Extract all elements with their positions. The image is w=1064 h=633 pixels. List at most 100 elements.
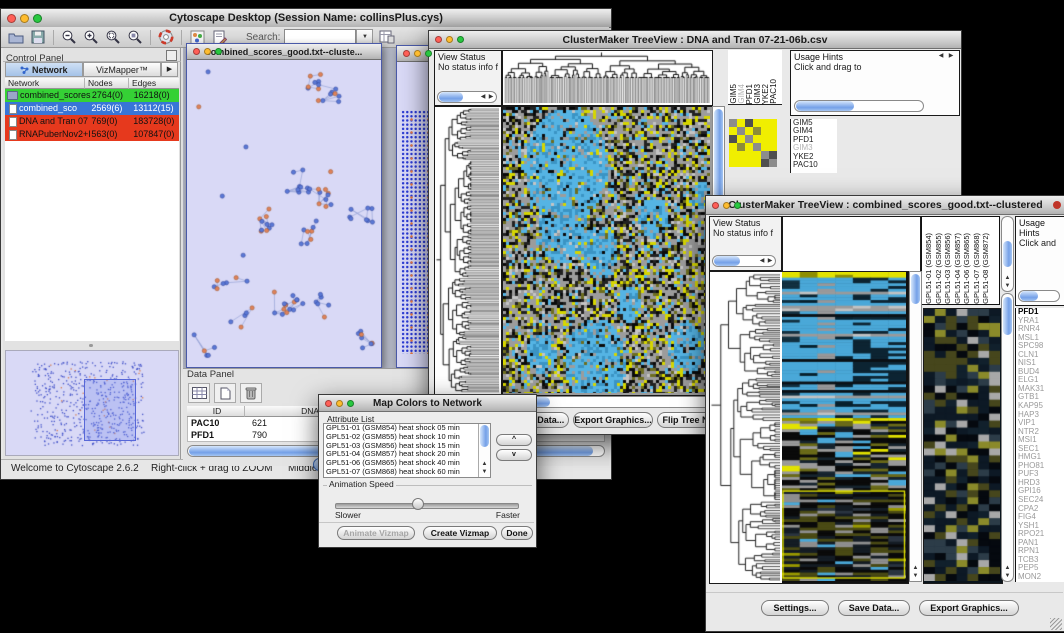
delete-attribute-button[interactable]	[240, 383, 262, 403]
close-icon[interactable]	[7, 14, 16, 23]
zoom-window-icon[interactable]	[425, 50, 432, 57]
move-down-button[interactable]: v	[496, 449, 532, 461]
scroll-left-icon[interactable]: ◀	[937, 51, 945, 63]
select-attributes-button[interactable]	[188, 383, 210, 403]
zoom-matrix-cell	[729, 127, 737, 135]
treeview2-titlebar[interactable]: ClusterMaker TreeView : combined_scores_…	[706, 196, 1064, 215]
zoom-matrix-cell	[753, 119, 761, 127]
tv1-view-status-scrollbar[interactable]: ◀ ▶	[437, 91, 497, 103]
tv2-zoom-heatmap[interactable]	[923, 308, 1003, 584]
tv2-export-graphics-button[interactable]: Export Graphics...	[919, 600, 1019, 616]
scroll-down-icon[interactable]: ▼	[910, 573, 921, 580]
tv2-labels-vscrollbar[interactable]: ▲ ▼	[1001, 216, 1014, 292]
create-vizmap-button[interactable]: Create Vizmap	[423, 526, 497, 540]
save-session-button[interactable]	[28, 28, 48, 46]
scroll-left-icon[interactable]: ◀	[479, 92, 487, 102]
zoom-fit-button[interactable]	[103, 28, 123, 46]
treeview1-titlebar[interactable]: ClusterMaker TreeView : DNA and Tran 07-…	[429, 31, 961, 49]
minimize-icon[interactable]	[414, 50, 421, 57]
zoom-in-button[interactable]	[81, 28, 101, 46]
col-header-network[interactable]: Network	[5, 78, 85, 89]
tv2-heatmap-vscrollbar[interactable]: ▲ ▼	[909, 271, 922, 582]
scroll-up-icon[interactable]: ▲	[1002, 565, 1013, 572]
close-button[interactable]	[1053, 201, 1061, 209]
scroll-down-icon[interactable]: ▼	[479, 469, 490, 476]
tv1-row-dendrogram[interactable]	[434, 106, 502, 396]
zoom-window-icon[interactable]	[33, 14, 42, 23]
minimize-icon[interactable]	[20, 14, 29, 23]
float-panel-icon[interactable]	[166, 50, 177, 61]
scroll-up-icon[interactable]: ▲	[910, 565, 921, 572]
scroll-right-icon[interactable]: ▶	[947, 51, 955, 63]
close-icon[interactable]	[435, 36, 442, 43]
panel-splitter[interactable]	[5, 341, 179, 350]
tv1-view-status-panel: View Status No status info f ◀ ▶	[434, 50, 502, 106]
close-icon[interactable]	[193, 48, 200, 55]
tv2-heatmap[interactable]	[782, 271, 909, 584]
resize-grip[interactable]	[1050, 618, 1062, 630]
tab-vizmapper[interactable]: VizMapper™	[83, 62, 161, 77]
tv1-usage-hints-scrollbar[interactable]	[794, 100, 924, 112]
network-view-canvas[interactable]	[187, 59, 379, 365]
zoom-out-button[interactable]	[59, 28, 79, 46]
tv2-view-status-scrollbar[interactable]: ◀ ▶	[712, 255, 776, 267]
tv2-genes-vscrollbar[interactable]: ▲ ▼	[1001, 293, 1014, 582]
create-attribute-button[interactable]	[214, 383, 236, 403]
zoom-window-icon[interactable]	[347, 400, 354, 407]
done-button[interactable]: Done	[501, 526, 533, 540]
tv2-save-data-button[interactable]: Save Data...	[838, 600, 910, 616]
tv2-usage-hints-panel: Usage Hints Click and	[1015, 216, 1064, 306]
zoom-window-icon[interactable]	[457, 36, 464, 43]
animate-vizmap-button[interactable]: Animate Vizmap	[337, 526, 415, 540]
scroll-right-icon[interactable]: ▶	[766, 256, 774, 266]
tv1-gene-label[interactable]: PAC10	[791, 161, 837, 169]
scroll-up-icon[interactable]: ▲	[1002, 275, 1013, 282]
scroll-left-icon[interactable]: ◀	[758, 256, 766, 266]
tv2-column-dendrogram[interactable]	[782, 216, 921, 272]
zoom-window-icon[interactable]	[215, 48, 222, 55]
network-table-row[interactable]: combined_sco2569(6)13112(15)	[5, 102, 179, 115]
close-icon[interactable]	[325, 400, 332, 407]
network-table-row[interactable]: DNA and Tran 07769(0)183728(0)	[5, 115, 179, 128]
open-session-button[interactable]	[6, 28, 26, 46]
attribute-list-vscrollbar[interactable]: ▲ ▼	[478, 424, 490, 477]
minimize-icon[interactable]	[204, 48, 211, 55]
tv2-row-dendrogram[interactable]	[709, 271, 783, 584]
overview-selection-rect[interactable]	[84, 379, 136, 441]
main-window-title: Cytoscape Desktop (Session Name: collins…	[1, 12, 611, 24]
network-table-row[interactable]: RNAPuberNov2+I563(0)107847(0)	[5, 128, 179, 141]
network-view-titlebar[interactable]: combined_scores_good.txt--cluste...	[187, 44, 381, 60]
animation-speed-track[interactable]	[335, 503, 519, 509]
help-button[interactable]	[156, 28, 176, 46]
tv1-heatmap[interactable]	[502, 106, 713, 396]
tv2-usage-hints-scrollbar[interactable]	[1018, 290, 1060, 302]
col-header-nodes[interactable]: Nodes	[85, 78, 129, 89]
scroll-right-icon[interactable]: ▶	[487, 92, 495, 102]
network-tree-area[interactable]	[5, 141, 179, 342]
minimize-icon[interactable]	[446, 36, 453, 43]
scroll-up-icon[interactable]: ▲	[479, 461, 490, 468]
tv1-column-dendrogram[interactable]	[502, 50, 713, 106]
animation-speed-slider[interactable]	[412, 498, 424, 510]
minimize-icon[interactable]	[723, 202, 730, 209]
main-titlebar[interactable]: Cytoscape Desktop (Session Name: collins…	[1, 9, 611, 28]
col-header-edges[interactable]: Edges	[129, 78, 179, 89]
scroll-down-icon[interactable]: ▼	[1002, 283, 1013, 290]
zoom-selected-button[interactable]	[125, 28, 145, 46]
dialog-titlebar[interactable]: Map Colors to Network	[319, 395, 536, 412]
minimize-icon[interactable]	[336, 400, 343, 407]
tv2-gene-label[interactable]: MON2	[1016, 573, 1064, 582]
attribute-list-item[interactable]: GPL51-07 (GSM868) heat shock 60 min	[324, 468, 478, 477]
move-up-button[interactable]: ^	[496, 434, 532, 446]
scroll-down-icon[interactable]: ▼	[1002, 573, 1013, 580]
close-icon[interactable]	[712, 202, 719, 209]
tv1-zoom-matrix[interactable]	[729, 119, 777, 167]
close-icon[interactable]	[403, 50, 410, 57]
network-table-row[interactable]: combined_scores2764(0)16218(0)	[5, 89, 179, 102]
tv1-export-graphics-button[interactable]: Export Graphics...	[573, 412, 653, 428]
tab-overflow-button[interactable]: ▶	[161, 62, 178, 77]
zoom-window-icon[interactable]	[734, 202, 741, 209]
tab-network[interactable]: Network	[5, 62, 83, 77]
tv2-settings-button[interactable]: Settings...	[761, 600, 829, 616]
data-col-id[interactable]: ID	[187, 406, 245, 417]
